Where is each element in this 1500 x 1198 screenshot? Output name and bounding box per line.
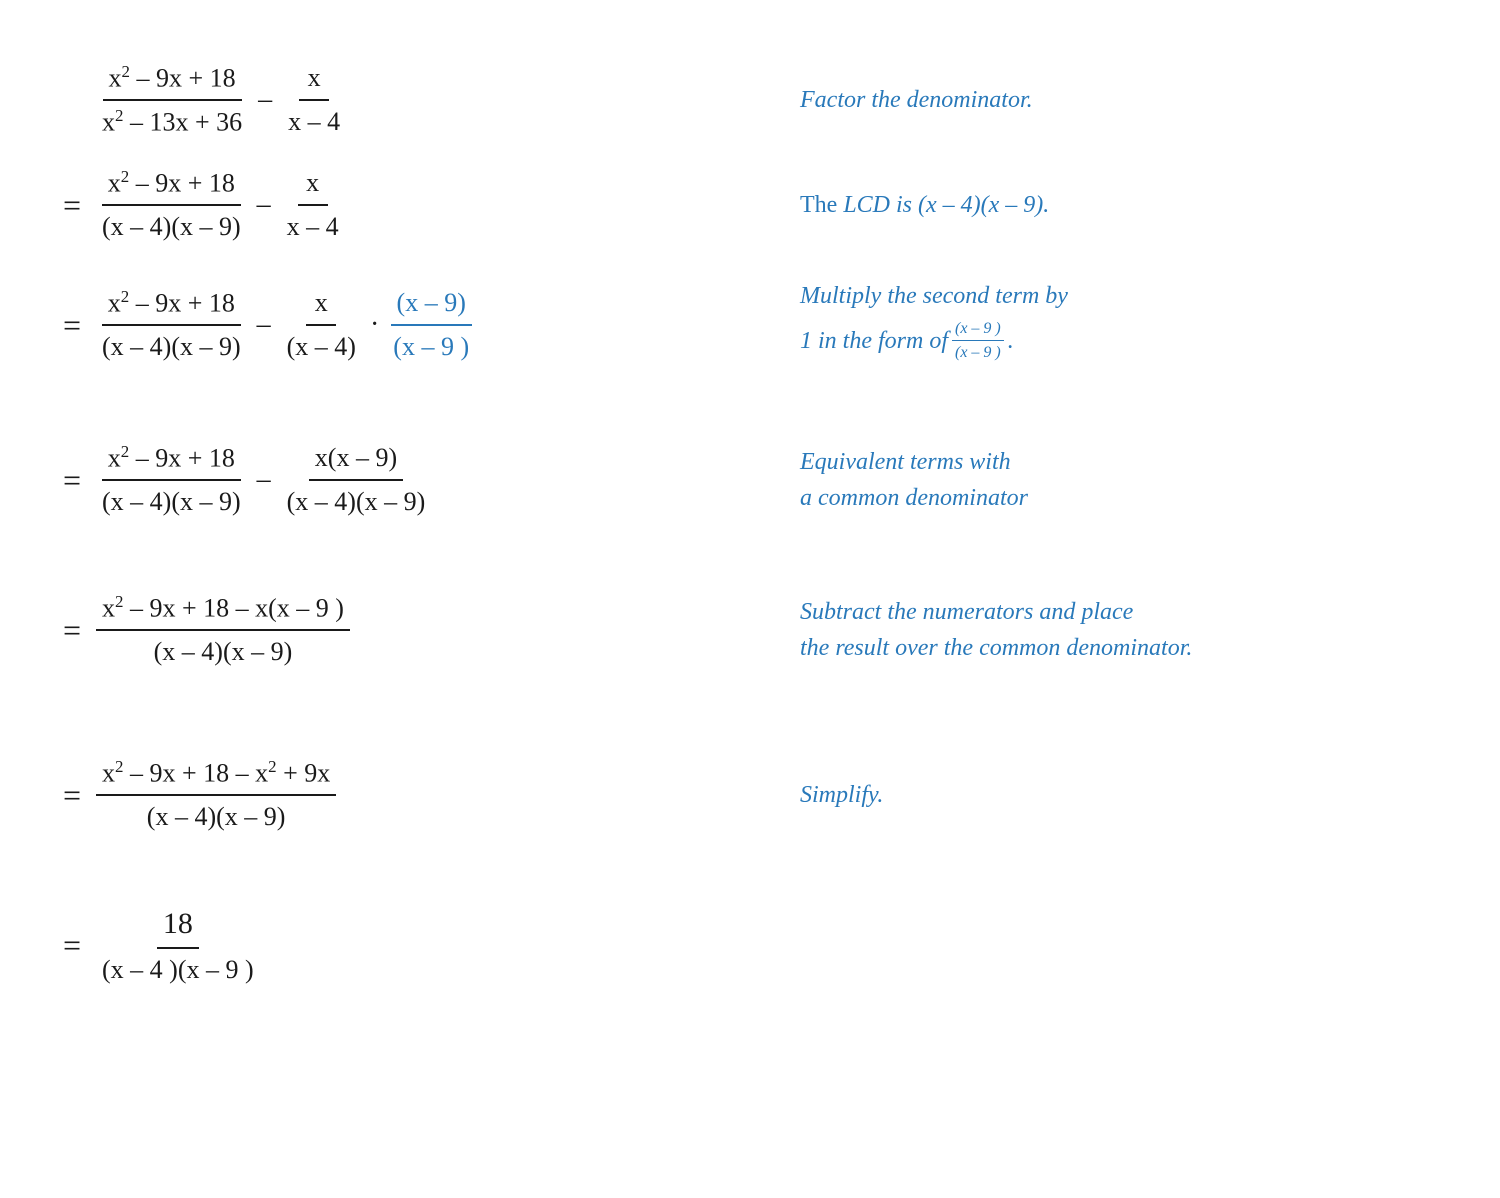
ann6-text: Simplify. (800, 777, 1440, 813)
frac9-den: (x – 4)(x – 9) (281, 481, 432, 521)
ann2-the: The (800, 192, 837, 218)
math-row-5: = x2 – 9x + 18 – x(x – 9 ) (x – 4)(x – 9… (60, 560, 740, 700)
math-column: x2 – 9x + 18 x2 – 13x + 36 – x x – 4 = x… (60, 40, 740, 1000)
math-row-1: x2 – 9x + 18 x2 – 13x + 36 – x x – 4 (60, 50, 740, 150)
annotation-4: Equivalent terms with a common denominat… (800, 420, 1440, 540)
frac1-den: x2 – 13x + 36 (96, 101, 248, 141)
minus2: – (257, 189, 271, 221)
frac7-num: (x – 9) (391, 284, 472, 326)
annotation-6: Simplify. (800, 720, 1440, 870)
frac1: x2 – 9x + 18 x2 – 13x + 36 (96, 59, 248, 142)
frac3-num: x2 – 9x + 18 (102, 164, 241, 206)
frac4-den: x – 4 (281, 206, 345, 246)
ann3-line1: Multiply the second term by (800, 278, 1440, 314)
frac9-num: x(x – 9) (309, 439, 403, 481)
equals-4: = (60, 464, 84, 496)
frac5-den: (x – 4)(x – 9) (96, 326, 247, 366)
frac4-num: x (298, 164, 328, 206)
annotation-3: Multiply the second term by 1 in the for… (800, 260, 1440, 390)
frac2-num: x (299, 59, 329, 101)
frac6: x (x – 4) (281, 284, 362, 366)
frac8-num: x2 – 9x + 18 (102, 439, 241, 481)
frac11-num: x2 – 9x + 18 – x2 + 9x (96, 754, 336, 796)
equals-2: = (60, 189, 84, 221)
math-row-7: = 18 (x – 4 )(x – 9 ) (60, 890, 740, 1000)
ann2-text: The LCD is (x – 4)(x – 9). (800, 187, 1440, 223)
expr-row1: x2 – 9x + 18 x2 – 13x + 36 – x x – 4 (96, 59, 346, 142)
math-row-2: = x2 – 9x + 18 (x – 4)(x – 9) – x x – 4 (60, 150, 740, 260)
frac6-den: (x – 4) (281, 326, 362, 366)
frac2: x x – 4 (282, 59, 346, 141)
frac5-num: x2 – 9x + 18 (102, 284, 241, 326)
ann2-post: is (x – 4)(x – 9). (896, 192, 1049, 218)
expr-row6: x2 – 9x + 18 – x2 + 9x (x – 4)(x – 9) (96, 754, 336, 836)
frac5: x2 – 9x + 18 (x – 4)(x – 9) (96, 284, 247, 366)
frac12-den: (x – 4 )(x – 9 ) (96, 949, 260, 989)
frac8-den: (x – 4)(x – 9) (96, 481, 247, 521)
frac7: (x – 9) (x – 9 ) (387, 284, 475, 366)
ann2-lcd: LCD (843, 192, 890, 218)
ann3-pre: 1 in the form of (800, 323, 948, 359)
minus4: – (257, 464, 271, 496)
dot1: · (370, 309, 379, 341)
annotation-1: Factor the denominator. (800, 50, 1440, 150)
ann3-frac-num: (x – 9 ) (952, 318, 1004, 341)
frac7-den: (x – 9 ) (387, 326, 475, 366)
ann4-line2: a common denominator (800, 480, 1440, 516)
ann3-period: . (1008, 323, 1014, 359)
annotation-column: Factor the denominator. The LCD is (x – … (740, 40, 1440, 1000)
math-row-6: = x2 – 9x + 18 – x2 + 9x (x – 4)(x – 9) (60, 720, 740, 870)
frac4: x x – 4 (281, 164, 345, 246)
equals-7: = (60, 929, 84, 961)
frac11-den: (x – 4)(x – 9) (141, 796, 292, 836)
minus1: – (258, 84, 272, 116)
annotation-5: Subtract the numerators and place the re… (800, 560, 1440, 700)
frac10-num: x2 – 9x + 18 – x(x – 9 ) (96, 589, 350, 631)
ann3-small-frac: (x – 9 ) (x – 9 ) (952, 318, 1004, 363)
expr-row4: x2 – 9x + 18 (x – 4)(x – 9) – x(x – 9) (… (96, 439, 431, 521)
equals-5: = (60, 614, 84, 646)
frac2-den: x – 4 (282, 101, 346, 141)
frac12-num: 18 (157, 902, 199, 949)
frac1-num: x2 – 9x + 18 (103, 59, 242, 101)
equals-6: = (60, 779, 84, 811)
expr-row2: x2 – 9x + 18 (x – 4)(x – 9) – x x – 4 (96, 164, 345, 246)
ann3-frac-den: (x – 9 ) (952, 341, 1004, 363)
ann3-line2: 1 in the form of (x – 9 ) (x – 9 ) . (800, 318, 1440, 363)
frac10: x2 – 9x + 18 – x(x – 9 ) (x – 4)(x – 9) (96, 589, 350, 671)
frac10-den: (x – 4)(x – 9) (148, 631, 299, 671)
frac12: 18 (x – 4 )(x – 9 ) (96, 902, 260, 989)
math-row-4: = x2 – 9x + 18 (x – 4)(x – 9) – x(x – 9)… (60, 420, 740, 540)
frac6-num: x (306, 284, 336, 326)
annotation-2: The LCD is (x – 4)(x – 9). (800, 150, 1440, 260)
minus3: – (257, 309, 271, 341)
expr-row7: 18 (x – 4 )(x – 9 ) (96, 902, 260, 989)
ann5-line2: the result over the common denominator. (800, 630, 1440, 666)
frac3: x2 – 9x + 18 (x – 4)(x – 9) (96, 164, 247, 246)
math-row-3: = x2 – 9x + 18 (x – 4)(x – 9) – x (x – 4… (60, 260, 740, 390)
page: x2 – 9x + 18 x2 – 13x + 36 – x x – 4 = x… (60, 40, 1440, 1000)
frac8: x2 – 9x + 18 (x – 4)(x – 9) (96, 439, 247, 521)
expr-row5: x2 – 9x + 18 – x(x – 9 ) (x – 4)(x – 9) (96, 589, 350, 671)
frac3-den: (x – 4)(x – 9) (96, 206, 247, 246)
equals-3: = (60, 309, 84, 341)
ann4-line1: Equivalent terms with (800, 444, 1440, 480)
ann5-line1: Subtract the numerators and place (800, 594, 1440, 630)
frac11: x2 – 9x + 18 – x2 + 9x (x – 4)(x – 9) (96, 754, 336, 836)
frac9: x(x – 9) (x – 4)(x – 9) (281, 439, 432, 521)
ann1-text: Factor the denominator. (800, 82, 1440, 118)
expr-row3: x2 – 9x + 18 (x – 4)(x – 9) – x (x – 4) … (96, 284, 475, 366)
